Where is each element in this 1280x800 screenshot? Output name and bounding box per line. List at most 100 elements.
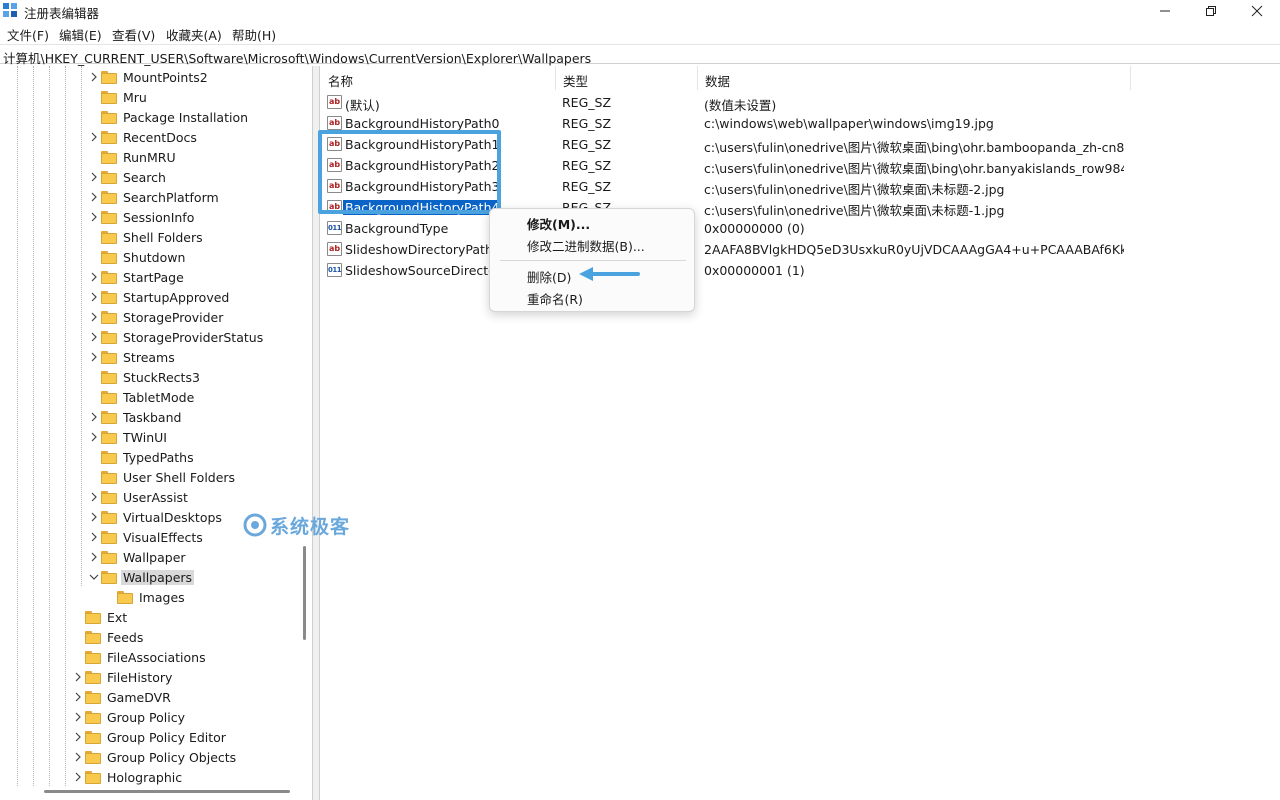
tree-node-label: User Shell Folders (123, 470, 236, 485)
menu-item-delete[interactable]: 删除(D) (527, 267, 571, 286)
tree-node-label: Holographic (107, 770, 183, 785)
chevron-right-icon[interactable] (73, 770, 83, 784)
tree-vertical-scrollbar[interactable] (303, 546, 306, 640)
tree-node-label: Package Installation (123, 110, 249, 125)
chevron-right-icon[interactable] (73, 690, 83, 704)
chevron-right-icon[interactable] (89, 310, 99, 324)
tree-node-label: Wallpaper (123, 550, 186, 565)
folder-icon (85, 771, 101, 784)
column-header-name[interactable]: 名称 (320, 66, 555, 90)
tree-node-label: Images (139, 590, 185, 605)
tree-node-label: Search (123, 170, 166, 185)
folder-icon (101, 391, 117, 404)
tree-node-label: TypedPaths (123, 450, 194, 465)
tree-node-label: UserAssist (123, 490, 188, 505)
folder-icon (101, 511, 117, 524)
tree-node-label: Shutdown (123, 250, 186, 265)
menu-item-modify[interactable]: 修改(M)... (527, 214, 590, 233)
value-data: 2AAFA8BVlgkHDQ5eD3UsxkuR0yUjVDCAAAgGA4+u… (704, 242, 1124, 257)
tree-node-label: StorageProviderStatus (123, 330, 264, 345)
menu-file[interactable]: 文件(F) (7, 25, 49, 44)
tree-node-label: VisualEffects (123, 530, 203, 545)
context-menu: 修改(M)... 修改二进制数据(B)... 删除(D) 重命名(R) (489, 208, 695, 312)
address-path[interactable]: 计算机\HKEY_CURRENT_USER\Software\Microsoft… (3, 48, 591, 67)
close-icon (1251, 5, 1263, 17)
value-data: c:\users\fulin\onedrive\图片\微软桌面\bing\ohr… (704, 140, 1124, 155)
chevron-right-icon[interactable] (89, 430, 99, 444)
folder-icon (101, 231, 117, 244)
menu-help[interactable]: 帮助(H) (232, 25, 276, 44)
column-header-data[interactable]: 数据 (697, 66, 1130, 90)
chevron-right-icon[interactable] (89, 70, 99, 84)
folder-icon (101, 91, 117, 104)
tree-guide-line (65, 66, 66, 786)
chevron-right-icon[interactable] (73, 670, 83, 684)
chevron-right-icon[interactable] (89, 410, 99, 424)
value-row[interactable]: 011 SlideshowSourceDirector 0x00000001 (1) (320, 260, 1280, 281)
chevron-right-icon[interactable] (89, 510, 99, 524)
tree-node-label: Group Policy (107, 710, 185, 725)
menu-edit[interactable]: 编辑(E) (59, 25, 102, 44)
watermark-text: 系统极客 (270, 516, 351, 538)
tree-node-label: Ext (107, 610, 128, 625)
chevron-right-icon[interactable] (89, 130, 99, 144)
tree-node-label: Group Policy Objects (107, 750, 237, 765)
menu-item-modify-binary[interactable]: 修改二进制数据(B)... (527, 236, 645, 255)
value-data: 0x00000001 (1) (704, 263, 805, 278)
value-type: REG_SZ (562, 179, 612, 194)
folder-icon (85, 651, 101, 664)
chevron-right-icon[interactable] (89, 490, 99, 504)
folder-icon (85, 691, 101, 704)
tree-guide-line (33, 66, 34, 786)
value-name: SlideshowDirectoryPath1 (345, 242, 501, 257)
close-button[interactable] (1234, 0, 1280, 22)
chevron-right-icon[interactable] (73, 750, 83, 764)
chevron-right-icon[interactable] (73, 710, 83, 724)
folder-icon (85, 671, 101, 684)
address-bar[interactable]: 计算机\HKEY_CURRENT_USER\Software\Microsoft… (0, 44, 1280, 67)
tree-guide-line (81, 66, 82, 586)
menu-item-rename[interactable]: 重命名(R) (527, 289, 583, 308)
chevron-right-icon[interactable] (89, 530, 99, 544)
folder-icon (101, 131, 117, 144)
tree-node-label: Streams (123, 350, 175, 365)
maximize-button[interactable] (1188, 0, 1234, 22)
chevron-right-icon[interactable] (89, 270, 99, 284)
chevron-right-icon[interactable] (89, 350, 99, 364)
chevron-right-icon[interactable] (89, 550, 99, 564)
tree-node-label: SessionInfo (123, 210, 195, 225)
folder-icon (117, 591, 133, 604)
menu-favorites[interactable]: 收藏夹(A) (166, 25, 222, 44)
minimize-button[interactable] (1142, 0, 1188, 22)
folder-icon (101, 291, 117, 304)
tree-node-label: TWinUI (123, 430, 167, 445)
value-row[interactable]: ab (默认) REG_SZ (数值未设置) (320, 92, 1280, 113)
tree-node-label: StartupApproved (123, 290, 230, 305)
folder-icon (101, 411, 117, 424)
key-tree-pane[interactable]: MountPoints2 Mru Package Installation Recen… (0, 66, 313, 800)
chevron-right-icon[interactable] (89, 210, 99, 224)
folder-icon (101, 111, 117, 124)
column-header-type[interactable]: 类型 (555, 66, 697, 90)
folder-icon (101, 551, 117, 564)
tree-horizontal-scrollbar[interactable] (44, 790, 290, 793)
folder-icon (101, 571, 117, 584)
chevron-right-icon[interactable] (73, 730, 83, 744)
value-row[interactable]: ab SlideshowDirectoryPath1 2AAFA8BVlgkHDQ5… (320, 239, 1280, 260)
folder-icon (85, 711, 101, 724)
binary-value-icon: 011 (327, 263, 342, 277)
chevron-right-icon[interactable] (89, 330, 99, 344)
folder-icon (101, 211, 117, 224)
value-data: 0x00000000 (0) (704, 221, 805, 236)
value-row[interactable]: 011 BackgroundType 0x00000000 (0) (320, 218, 1280, 239)
chevron-down-icon[interactable] (89, 570, 99, 584)
chevron-right-icon[interactable] (89, 290, 99, 304)
chevron-right-icon[interactable] (89, 190, 99, 204)
value-name: SlideshowSourceDirector (345, 263, 501, 278)
menu-view[interactable]: 查看(V) (112, 25, 155, 44)
chevron-right-icon[interactable] (89, 170, 99, 184)
tree-node-label: FileHistory (107, 670, 173, 685)
tree-node-label: GameDVR (107, 690, 171, 705)
tree-node-label: StartPage (123, 270, 184, 285)
column-divider[interactable] (1130, 66, 1131, 90)
